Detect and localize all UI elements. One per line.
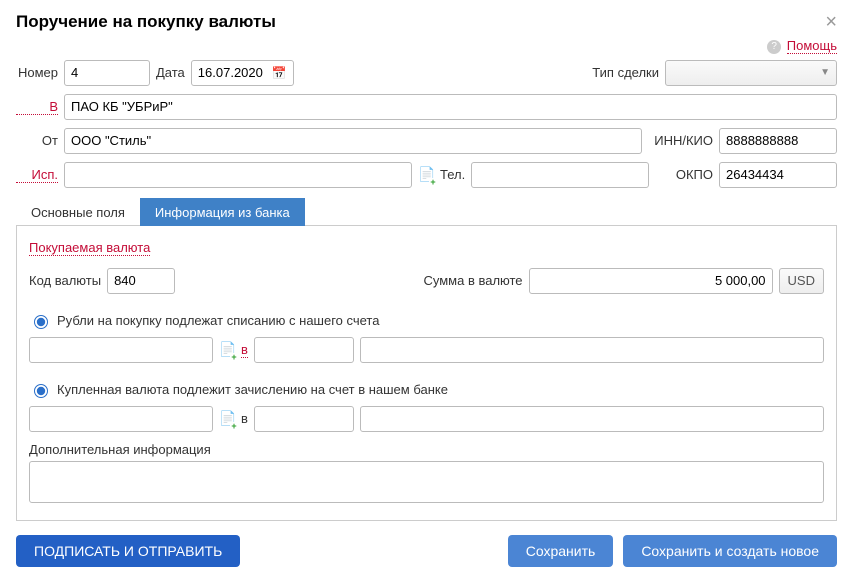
exec-input[interactable] — [64, 162, 412, 188]
from-label: От — [16, 133, 58, 148]
calendar-icon[interactable]: 📅 — [272, 66, 287, 80]
credit-field-1[interactable] — [29, 406, 213, 432]
dialog-title: Поручение на покупку валюты — [16, 12, 276, 32]
okpo-label: ОКПО — [676, 167, 713, 182]
lookup-icon[interactable]: 📄 — [418, 167, 434, 183]
deal-type-select[interactable]: ▼ — [665, 60, 837, 86]
currency-code-label: Код валюты — [29, 273, 101, 288]
close-icon[interactable]: × — [825, 12, 837, 32]
tab-bank-info[interactable]: Информация из банка — [140, 198, 305, 226]
radio-debit[interactable] — [34, 315, 48, 329]
debit-field-2[interactable] — [254, 337, 354, 363]
debit-field-3[interactable] — [360, 337, 824, 363]
chevron-down-icon: ▼ — [820, 67, 830, 78]
help-link[interactable]: Помощь — [787, 38, 837, 54]
date-input[interactable]: 📅 — [191, 60, 294, 86]
tel-label: Тел. — [440, 167, 465, 182]
date-field[interactable] — [198, 65, 266, 80]
debit-field-1[interactable] — [29, 337, 213, 363]
amount-input[interactable] — [529, 268, 773, 294]
date-label: Дата — [156, 65, 185, 80]
debit-v-label: в — [241, 342, 248, 358]
okpo-input[interactable] — [719, 162, 837, 188]
section-purchased-currency: Покупаемая валюта — [29, 240, 150, 256]
additional-info-label: Дополнительная информация — [29, 442, 824, 457]
inn-label: ИНН/КИО — [654, 133, 713, 148]
number-label: Номер — [16, 65, 58, 80]
to-label: В — [16, 99, 58, 115]
to-input[interactable] — [64, 94, 837, 120]
radio-credit-label: Купленная валюта подлежит зачислению на … — [57, 382, 448, 397]
help-icon: ? — [767, 40, 781, 54]
tel-input[interactable] — [471, 162, 649, 188]
radio-credit[interactable] — [34, 384, 48, 398]
deal-type-label: Тип сделки — [592, 65, 659, 80]
sign-send-button[interactable]: Подписать и отправить — [16, 535, 240, 567]
save-new-button[interactable]: Сохранить и создать новое — [623, 535, 837, 567]
inn-input[interactable] — [719, 128, 837, 154]
currency-code-input[interactable] — [107, 268, 175, 294]
currency-box: USD — [779, 268, 824, 294]
lookup-icon[interactable]: 📄 — [219, 342, 235, 358]
credit-field-3[interactable] — [360, 406, 824, 432]
credit-field-2[interactable] — [254, 406, 354, 432]
save-button[interactable]: Сохранить — [508, 535, 614, 567]
radio-debit-label: Рубли на покупку подлежат списанию с наш… — [57, 313, 379, 328]
credit-v-label: в — [241, 411, 248, 426]
exec-label: Исп. — [16, 167, 58, 183]
lookup-icon[interactable]: 📄 — [219, 411, 235, 427]
tab-main[interactable]: Основные поля — [16, 198, 140, 226]
additional-info-textarea[interactable] — [29, 461, 824, 503]
number-input[interactable] — [64, 60, 150, 86]
from-input[interactable] — [64, 128, 642, 154]
amount-label: Сумма в валюте — [423, 273, 522, 288]
